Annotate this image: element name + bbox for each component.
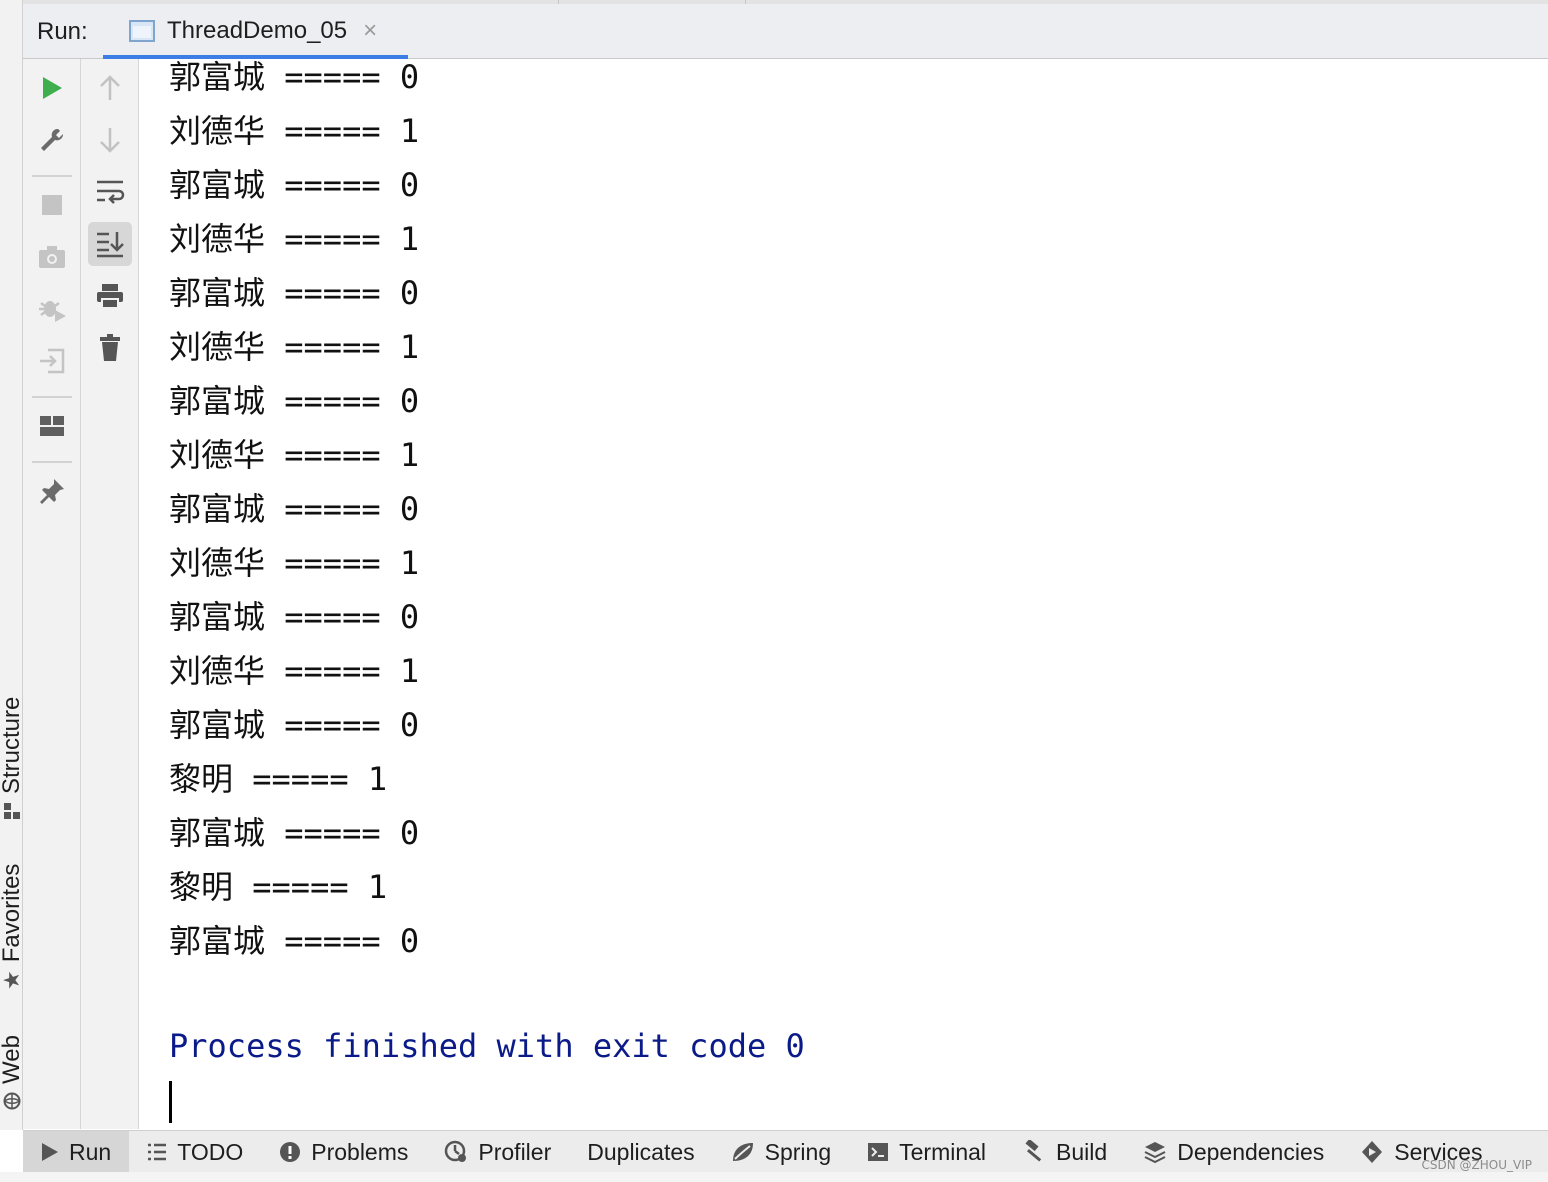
dependencies-tool-button[interactable]: Dependencies (1125, 1131, 1342, 1173)
stop-icon (42, 195, 62, 215)
star-icon: ★ (0, 970, 24, 990)
console-line: 刘德华 ===== 1 (169, 112, 420, 150)
terminal-tool-label: Terminal (899, 1138, 987, 1165)
console-line: 郭富城 ===== 0 (169, 59, 420, 96)
console-lines: 郭富城 ===== 0 刘德华 ===== 1 郭富城 ===== 0 刘德华 ===… (169, 59, 419, 977)
camera-icon (39, 246, 65, 268)
build-tool-button[interactable]: Build (1004, 1131, 1125, 1173)
debug-icon (39, 301, 66, 322)
separator (32, 461, 72, 463)
scroll-to-end-icon (97, 232, 124, 258)
text-caret (169, 1081, 172, 1123)
run-label: Run: (37, 18, 88, 45)
console-line: 黎明 ===== 1 (169, 868, 388, 906)
previous-occurrence-button[interactable] (88, 66, 132, 110)
restore-layout-button[interactable] (30, 404, 74, 448)
separator (32, 175, 72, 177)
scroll-to-end-button[interactable] (88, 222, 132, 266)
console-output[interactable]: 郭富城 ===== 0 刘德华 ===== 1 郭富城 ===== 0 刘德华 ===… (139, 59, 1548, 1129)
profiler-tool-label: Profiler (478, 1138, 552, 1165)
console-line: 郭富城 ===== 0 (169, 382, 420, 420)
console-line: 刘德华 ===== 1 (169, 436, 420, 474)
hammer-icon (1025, 1140, 1042, 1162)
play-icon (42, 1143, 58, 1161)
console-line: 郭富城 ===== 0 (169, 490, 420, 528)
console-line: 郭富城 ===== 0 (169, 922, 420, 960)
console-line: 郭富城 ===== 0 (169, 166, 420, 204)
layers-icon (1144, 1142, 1166, 1164)
structure-icon (4, 803, 20, 819)
console-line: 郭富城 ===== 0 (169, 598, 420, 636)
profiler-tool-button[interactable]: Profiler (426, 1131, 569, 1173)
duplicates-tool-label: Duplicates (587, 1138, 695, 1165)
console-line: 黎明 ===== 1 (169, 760, 388, 798)
exit-button[interactable] (30, 339, 74, 383)
window-bottom-edge (0, 1172, 1548, 1182)
list-icon (148, 1143, 167, 1161)
console-tab-icon (129, 20, 155, 42)
process-finished-message: Process finished with exit code 0 (169, 1027, 805, 1065)
console-line: 刘德华 ===== 1 (169, 328, 420, 366)
duplicates-tool-button[interactable]: Duplicates (569, 1131, 712, 1173)
side-tool-strip: Structure ★ Favorites Web (0, 0, 25, 1130)
todo-tool-button[interactable]: TODO (129, 1131, 261, 1173)
globe-icon (3, 1092, 21, 1110)
profiler-icon (445, 1140, 467, 1162)
terminal-icon (868, 1143, 889, 1161)
rerun-icon (43, 77, 62, 99)
console-actions-toolbar (81, 59, 139, 1129)
build-tool-label: Build (1056, 1138, 1108, 1165)
clear-all-button[interactable] (88, 326, 132, 370)
run-tool-window-header: Run: ThreadDemo_05 × (23, 0, 1548, 59)
spring-tool-label: Spring (764, 1138, 832, 1165)
divider (558, 0, 559, 4)
todo-tool-label: TODO (177, 1138, 244, 1165)
close-icon[interactable]: × (363, 17, 377, 45)
console-line: 郭富城 ===== 0 (169, 274, 420, 312)
problems-tool-button[interactable]: Problems (261, 1131, 426, 1173)
trash-icon (100, 334, 120, 361)
debug-button[interactable] (30, 287, 74, 331)
run-actions-toolbar (23, 59, 81, 1129)
bottom-tool-bar: Run TODO Problems Profiler Duplicates Sp… (23, 1130, 1548, 1173)
arrow-up-icon (100, 75, 120, 100)
wrench-icon (41, 128, 64, 151)
print-button[interactable] (88, 274, 132, 318)
rerun-button[interactable] (30, 66, 74, 110)
tab-threaddemo-05[interactable]: ThreadDemo_05 × (103, 4, 408, 59)
run-tool-label: Run (69, 1138, 112, 1165)
spring-tool-button[interactable]: Spring (713, 1131, 849, 1173)
next-occurrence-button[interactable] (88, 118, 132, 162)
console-line: 刘德华 ===== 1 (169, 220, 420, 258)
console-line: 郭富城 ===== 0 (169, 706, 420, 744)
problems-icon (280, 1142, 301, 1162)
dependencies-tool-label: Dependencies (1177, 1138, 1325, 1165)
problems-tool-label: Problems (311, 1138, 409, 1165)
print-icon (97, 284, 123, 309)
divider (745, 0, 746, 4)
separator (32, 396, 72, 398)
console-line: 刘德华 ===== 1 (169, 544, 420, 582)
soft-wrap-button[interactable] (88, 170, 132, 214)
exit-icon (40, 348, 65, 374)
layout-icon (40, 416, 64, 436)
edit-configuration-button[interactable] (30, 118, 74, 162)
stop-button[interactable] (30, 183, 74, 227)
pin-tab-button[interactable] (30, 469, 74, 513)
watermark: CSDN @ZHOU_VIP (1421, 1158, 1532, 1172)
run-tool-button[interactable]: Run (23, 1131, 130, 1173)
arrow-down-icon (100, 128, 120, 153)
dump-threads-button[interactable] (30, 235, 74, 279)
pin-icon (40, 479, 64, 504)
spring-leaf-icon (732, 1143, 753, 1161)
console-line: 郭富城 ===== 0 (169, 814, 420, 852)
console-line: 刘德华 ===== 1 (169, 652, 420, 690)
tab-title: ThreadDemo_05 (167, 17, 348, 44)
services-icon (1362, 1141, 1383, 1163)
terminal-tool-button[interactable]: Terminal (849, 1131, 1004, 1173)
soft-wrap-icon (97, 180, 125, 204)
